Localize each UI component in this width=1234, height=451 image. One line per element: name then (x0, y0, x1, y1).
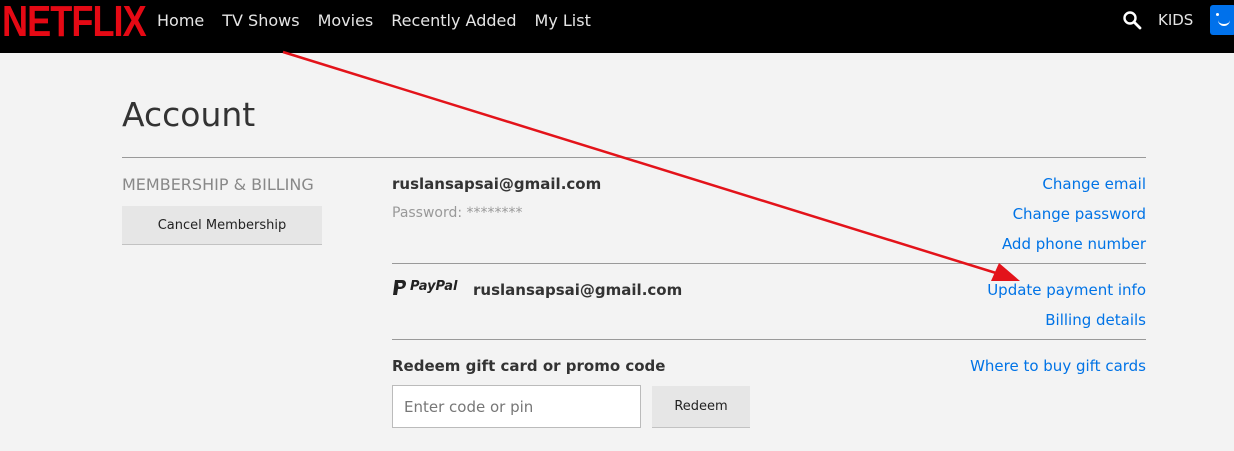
nav-my-list[interactable]: My List (535, 11, 591, 30)
cancel-membership-button[interactable]: Cancel Membership (122, 206, 322, 244)
title-divider (122, 157, 1146, 158)
search-icon[interactable] (1122, 10, 1142, 30)
billing-details-link[interactable]: Billing details (1045, 311, 1146, 329)
annotation-arrow-line (282, 50, 997, 275)
payment-divider (392, 339, 1146, 340)
paypal-wordmark: PayPal (410, 279, 458, 294)
nav-recently-added[interactable]: Recently Added (391, 11, 516, 30)
annotation-arrow-head (991, 263, 1020, 281)
main-nav: Home TV Shows Movies Recently Added My L… (157, 11, 609, 30)
add-phone-number-link[interactable]: Add phone number (1002, 235, 1146, 253)
redeem-button[interactable]: Redeem (652, 386, 750, 427)
top-navigation-bar: NETFLIX Home TV Shows Movies Recently Ad… (0, 0, 1234, 53)
profile-avatar[interactable] (1210, 5, 1234, 35)
kids-link[interactable]: KIDS (1158, 11, 1193, 29)
paypal-email: ruslansapsai@gmail.com (473, 281, 683, 299)
membership-billing-heading: MEMBERSHIP & BILLING (122, 175, 314, 194)
avatar-eye (1216, 13, 1219, 16)
change-email-link[interactable]: Change email (1042, 175, 1146, 193)
nav-home[interactable]: Home (157, 11, 204, 30)
change-password-link[interactable]: Change password (1013, 205, 1146, 223)
where-to-buy-gift-cards-link[interactable]: Where to buy gift cards (970, 357, 1146, 375)
gift-code-input[interactable] (392, 385, 641, 428)
password-masked: Password: ******** (392, 205, 523, 221)
page-title: Account (122, 95, 256, 134)
avatar-smile (1218, 18, 1230, 26)
redeem-heading: Redeem gift card or promo code (392, 357, 666, 375)
membership-divider (392, 263, 1146, 264)
update-payment-info-link[interactable]: Update payment info (987, 281, 1146, 299)
netflix-logo[interactable]: NETFLIX (2, 0, 147, 47)
paypal-icon (393, 280, 407, 295)
nav-tv-shows[interactable]: TV Shows (222, 11, 299, 30)
account-email: ruslansapsai@gmail.com (392, 175, 602, 193)
nav-movies[interactable]: Movies (318, 11, 374, 30)
